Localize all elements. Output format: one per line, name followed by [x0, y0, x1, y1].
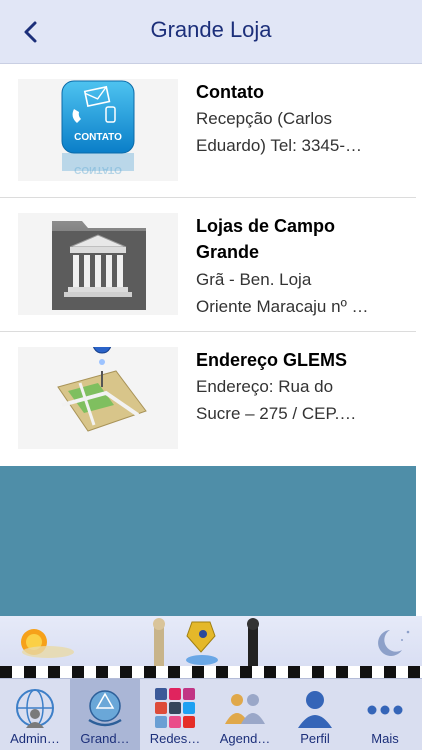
- tab-mais[interactable]: Mais: [350, 679, 420, 750]
- tab-perfil[interactable]: Perfil: [280, 679, 350, 750]
- admin-globe-icon: [13, 686, 57, 730]
- map-pin-icon: [18, 347, 178, 449]
- tab-bar: Admin… Grand… Redes… Agend… Perfil Mais: [0, 678, 422, 750]
- contact-icon: CONTATO CONTATO: [18, 79, 178, 181]
- item-title-line2: Grande: [196, 242, 260, 262]
- moon-icon: [378, 630, 410, 656]
- item-subtitle-line2: Sucre – 275 / CEP.…: [196, 404, 357, 423]
- more-icon: [363, 686, 407, 730]
- navigation-bar: Grande Loja: [0, 0, 422, 64]
- item-subtitle-line1: Grã - Ben. Loja: [196, 270, 312, 289]
- masonic-banner: [0, 616, 422, 678]
- pillar-icon: [153, 618, 165, 666]
- emblem-icon: [186, 621, 218, 665]
- tab-label: Admin…: [10, 731, 60, 746]
- item-title-line1: Lojas de Campo: [196, 216, 336, 236]
- social-networks-icon: [153, 686, 197, 730]
- item-subtitle-line1: Recepção (Carlos: [196, 109, 333, 128]
- tab-label: Mais: [371, 731, 399, 746]
- item-title: Contato: [196, 82, 264, 102]
- empty-area: [0, 466, 416, 616]
- tab-admin[interactable]: Admin…: [0, 679, 70, 750]
- tab-label: Grand…: [80, 731, 130, 746]
- tab-label: Redes…: [149, 731, 201, 746]
- tab-agenda[interactable]: Agend…: [210, 679, 280, 750]
- edge-strip: [416, 64, 422, 616]
- tab-label: Agend…: [219, 731, 271, 746]
- item-title: Endereço GLEMS: [196, 350, 348, 370]
- thumb-label: CONTATO: [74, 132, 122, 143]
- pillar-icon: [247, 618, 259, 666]
- item-subtitle-line2: Eduardo) Tel: 3345-…: [196, 136, 363, 155]
- item-subtitle-line2: Oriente Maracaju nº …: [196, 297, 369, 316]
- tab-redes[interactable]: Redes…: [140, 679, 210, 750]
- tab-label: Perfil: [300, 731, 330, 746]
- sun-icon: [21, 629, 74, 658]
- emblem-icon: [83, 686, 127, 730]
- page-title: Grande Loja: [150, 17, 272, 42]
- thumb-label-reflection: CONTATO: [74, 164, 122, 175]
- agenda-people-icon: [223, 686, 267, 730]
- list-item-lojas[interactable]: Lojas de Campo Grande Grã - Ben. Loja Or…: [0, 198, 416, 332]
- screen: Grande Loja CONTATO CONTATO Contato Rece…: [0, 0, 422, 750]
- folder-building-icon: [18, 213, 178, 315]
- list-item-endereco[interactable]: Endereço GLEMS Endereço: Rua do Sucre – …: [0, 332, 416, 466]
- profile-icon: [293, 686, 337, 730]
- item-subtitle-line1: Endereço: Rua do: [196, 377, 334, 396]
- list-item-contato[interactable]: CONTATO CONTATO Contato Recepção (Carlos…: [0, 64, 416, 198]
- content-list: CONTATO CONTATO Contato Recepção (Carlos…: [0, 64, 416, 466]
- tab-grande-loja[interactable]: Grand…: [70, 679, 140, 750]
